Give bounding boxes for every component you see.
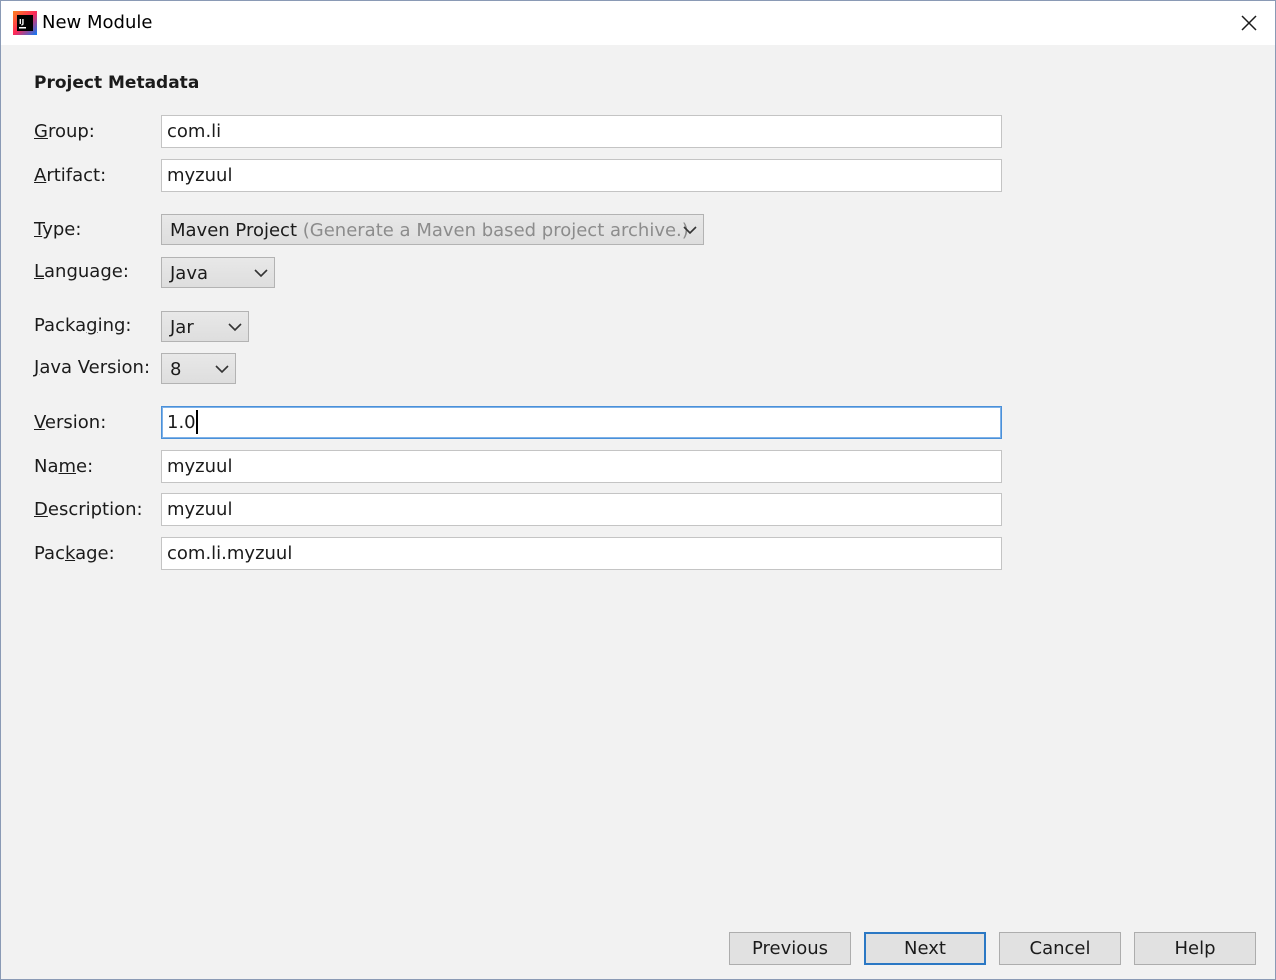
- type-label: Type:: [34, 219, 82, 240]
- description-label: Description:: [34, 499, 143, 520]
- next-button[interactable]: Next: [864, 932, 986, 965]
- version-label: Version:: [34, 412, 107, 433]
- intellij-app-icon: IJ: [13, 11, 37, 35]
- packaging-label: Packaging:: [34, 315, 132, 336]
- chevron-down-icon: [228, 323, 242, 332]
- type-select[interactable]: Maven Project (Generate a Maven based pr…: [161, 214, 704, 245]
- java-version-select[interactable]: 8: [161, 353, 236, 384]
- group-label: Group:: [34, 121, 95, 142]
- chevron-down-icon: [215, 365, 229, 374]
- packaging-select[interactable]: Jar: [161, 311, 249, 342]
- language-label: Language:: [34, 261, 129, 282]
- type-select-value: Maven Project: [170, 220, 298, 241]
- previous-button[interactable]: Previous: [729, 932, 851, 965]
- window-title: New Module: [42, 12, 153, 33]
- version-input[interactable]: 1.0: [161, 406, 1002, 439]
- description-input[interactable]: myzuul: [161, 493, 1002, 526]
- title-bar: IJ New Module: [1, 1, 1275, 45]
- name-input[interactable]: myzuul: [161, 450, 1002, 483]
- cancel-button[interactable]: Cancel: [999, 932, 1121, 965]
- package-label: Package:: [34, 543, 115, 564]
- help-button[interactable]: Help: [1134, 932, 1256, 965]
- chevron-down-icon: [254, 269, 268, 278]
- svg-text:IJ: IJ: [19, 18, 24, 26]
- package-input[interactable]: com.li.myzuul: [161, 537, 1002, 570]
- type-select-hint: (Generate a Maven based project archive.…: [302, 220, 689, 241]
- close-icon: [1241, 15, 1257, 31]
- close-button[interactable]: [1233, 7, 1265, 39]
- language-select-value: Java: [170, 263, 209, 284]
- name-label: Name:: [34, 456, 94, 477]
- new-module-dialog: IJ New Module Project Metadata Group: co…: [0, 0, 1276, 980]
- java-version-select-value: 8: [170, 359, 182, 380]
- group-input[interactable]: com.li: [161, 115, 1002, 148]
- language-select[interactable]: Java: [161, 257, 275, 288]
- artifact-input[interactable]: myzuul: [161, 159, 1002, 192]
- java-version-label: Java Version:: [34, 357, 151, 378]
- version-input-value: 1.0: [167, 412, 196, 433]
- artifact-label: Artifact:: [34, 165, 107, 186]
- packaging-select-value: Jar: [170, 317, 194, 338]
- text-caret: [195, 409, 198, 434]
- chevron-down-icon: [683, 226, 697, 235]
- section-title: Project Metadata: [34, 73, 200, 93]
